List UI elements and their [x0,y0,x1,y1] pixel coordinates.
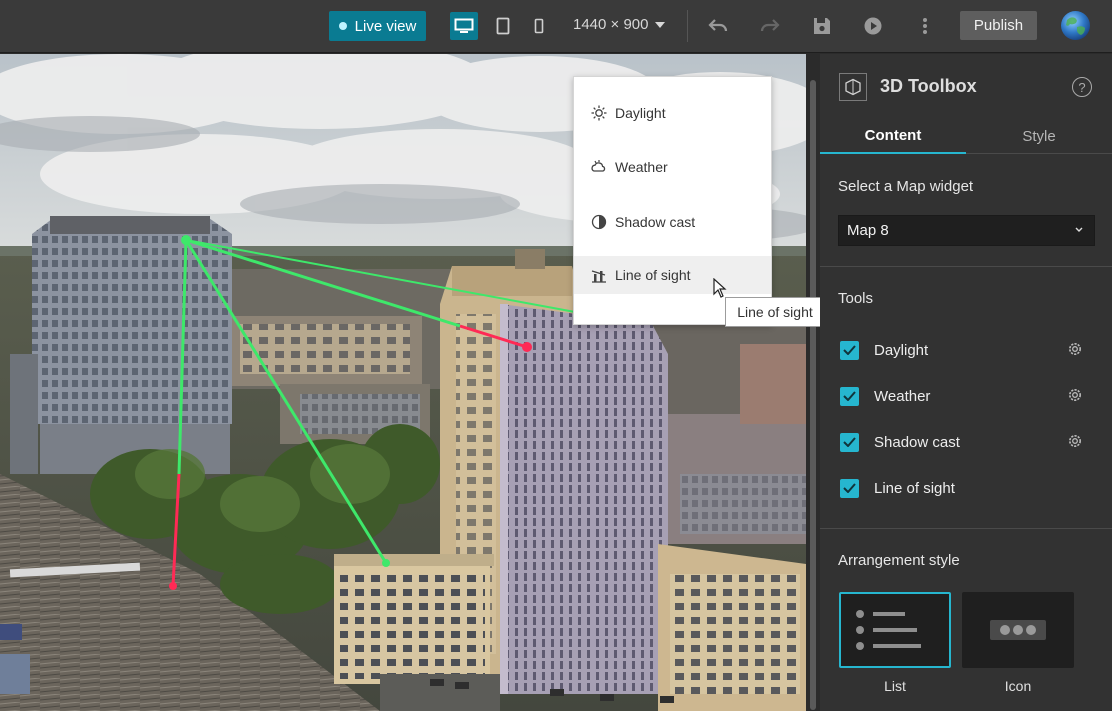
live-view-label: Live view [354,17,417,35]
tool-label: Line of sight [874,479,955,497]
gear-icon[interactable] [1066,386,1084,404]
phone-icon [534,18,544,34]
tool-row-shadow-cast: Shadow cast [840,430,1100,454]
line-of-sight-checkbox[interactable] [840,478,859,498]
visible-target-point [382,559,390,567]
toolbar-divider [687,10,688,42]
chevron-down-icon [654,22,665,28]
map-widget-select[interactable]: Map 8 [838,215,1095,246]
desktop-device-button[interactable] [450,12,478,40]
tools-label: Tools [838,290,874,307]
shadow-icon [591,214,607,230]
checkmark-icon [843,391,856,401]
shadow-cast-checkbox[interactable] [840,432,859,452]
weather-checkbox[interactable] [840,386,859,406]
menu-item-daylight[interactable]: Daylight [574,94,771,132]
line-of-sight-icon [591,270,606,283]
tooltip: Line of sight [725,297,825,327]
redo-button[interactable] [758,14,782,38]
menu-item-weather[interactable]: Weather [574,148,771,186]
live-indicator-icon [338,22,347,30]
tool-row-daylight: Daylight [840,338,1100,362]
undo-icon [708,19,728,32]
arrangement-icon-caption: Icon [1004,678,1032,694]
tooltip-text: Line of sight [737,304,813,320]
3d-box-icon [839,73,867,101]
sun-icon [591,105,607,121]
mouse-cursor-icon [713,278,727,298]
menu-item-label: Shadow cast [615,214,696,230]
resolution-value: 1440 × 900 [573,16,649,33]
redo-icon [760,19,780,32]
globe-icon [1066,17,1085,35]
checkmark-icon [843,483,856,493]
resolution-selector[interactable]: 1440 × 900 [573,16,665,33]
menu-item-shadow-cast[interactable]: Shadow cast [574,203,771,241]
menu-item-line-of-sight[interactable]: Line of sight [574,256,771,294]
publish-button[interactable]: Publish [960,11,1037,40]
obstructed-target-point [522,342,532,352]
menu-item-label: Daylight [615,105,666,121]
checkmark-icon [843,437,856,447]
tool-label: Daylight [874,341,929,359]
help-icon[interactable]: ? [1072,77,1092,97]
observer-point [181,235,191,245]
map-widget-label: Select a Map widget [838,178,974,195]
tool-label: Weather [874,387,931,405]
undo-button[interactable] [706,14,730,38]
map-widget-value: Map 8 [847,222,889,239]
list-layout-icon [856,610,921,650]
top-toolbar: Live view 1440 × 900 Publish [0,0,1112,53]
play-icon [864,17,882,35]
more-options-button[interactable] [913,14,937,38]
arrangement-icon-option[interactable] [962,592,1074,668]
arrangement-list-option[interactable] [839,592,951,668]
more-vertical-icon [923,18,927,34]
menu-item-label: Weather [615,159,668,175]
cloud-icon [591,160,606,172]
tablet-icon [496,17,510,35]
daylight-checkbox[interactable] [840,340,859,360]
save-button[interactable] [810,14,834,38]
phone-device-button[interactable] [525,12,553,40]
tool-row-weather: Weather [840,384,1100,408]
live-view-button[interactable]: Live view [329,11,426,41]
tool-row-line-of-sight: Line of sight [840,476,1100,500]
tab-label: Content [864,126,922,144]
desktop-icon [454,18,474,33]
panel-header: 3D Toolbox ? [820,54,1112,118]
preview-button[interactable] [861,14,885,38]
divider [820,266,1112,267]
menu-item-label: Line of sight [615,267,691,283]
canvas-scrollbar-thumb[interactable] [810,80,816,710]
divider [820,528,1112,529]
tab-style[interactable]: Style [966,118,1112,154]
publish-label: Publish [973,17,1024,34]
arrangement-list-caption: List [884,678,906,694]
panel-tabs: Content Style [820,118,1112,154]
chevron-down-icon [1075,227,1083,232]
tablet-device-button[interactable] [489,12,517,40]
obstructed-target-point [169,582,177,590]
settings-panel: 3D Toolbox ? Content Style Select a Map … [820,54,1112,711]
panel-title: 3D Toolbox [880,76,977,96]
tool-label: Shadow cast [874,433,960,451]
gear-icon[interactable] [1066,340,1084,358]
arrangement-style-label: Arrangement style [838,552,960,569]
user-avatar[interactable] [1061,11,1090,40]
tab-label: Style [1022,127,1056,145]
toolbox-menu: Daylight Weather Shadow cast Line of sig… [573,76,772,325]
save-icon [814,18,830,34]
gear-icon[interactable] [1066,432,1084,450]
checkmark-icon [843,345,856,355]
icon-layout-icon [990,620,1046,640]
tab-content[interactable]: Content [820,118,966,154]
